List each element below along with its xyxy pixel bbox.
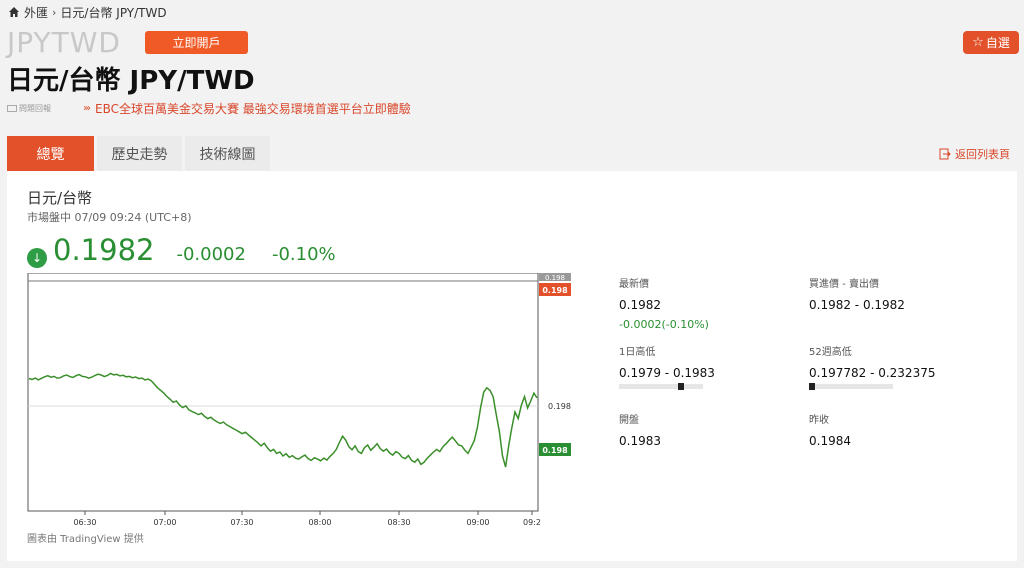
tab-overview[interactable]: 總覽 [7,136,94,171]
tab-history[interactable]: 歷史走勢 [97,136,182,171]
breadcrumb: 外匯 › 日元/台幣 JPY/TWD [8,4,167,20]
price-change-pct: -0.10% [271,244,336,265]
ad-link[interactable]: EBC全球百萬美金交易大賽 最強交易環境首選平台立即體驗 [95,100,411,117]
y-tick-label: 0.198 [548,402,571,411]
stat-day-label: 1日高低 [619,347,656,358]
day-range-marker [677,383,684,390]
stat-52w-range: 52週高低 0.197782 - 0.232375 [809,343,936,390]
market-status: 市場盤中 07/09 09:24 (UTC+8) [27,211,192,224]
stat-day-range: 1日高低 0.1979 - 0.1983 [619,343,715,390]
x-tick-label: 06:30 [73,518,96,527]
chart-credit: 圖表由 TradingView 提供 [27,534,144,545]
stat-bidask-label: 買進價 - 賣出價 [809,279,879,290]
stat-prev-value: 0.1984 [809,434,851,448]
back-to-list-label: 返回列表頁 [955,148,1010,161]
x-tick-label: 08:00 [308,518,331,527]
top-price-tag-label: 0.198 [545,274,565,282]
stat-open: 開盤 0.1983 [619,411,661,448]
pair-name: 日元/台幣 [27,189,93,207]
stat-prev-close: 昨收 0.1984 [809,411,851,448]
tab-bar: 總覽 歷史走勢 技術線圖 [7,136,270,171]
price-change: -0.0002 [176,244,246,265]
stat-open-value: 0.1983 [619,434,661,448]
stat-52w-label: 52週高低 [809,347,852,358]
stat-last-value: 0.1982 [619,298,661,312]
breadcrumb-root[interactable]: 外匯 [24,4,48,21]
symbol-code: JPYTWD [7,26,121,59]
stat-last-label: 最新價 [619,279,649,290]
stat-bidask: 買進價 - 賣出價 0.1982 - 0.1982 [809,275,905,312]
stat-prev-label: 昨收 [809,415,829,426]
overview-panel: 日元/台幣 市場盤中 07/09 09:24 (UTC+8) ↓ 0.1982 … [7,171,1017,561]
page-title: 日元/台幣 JPY/TWD [7,66,255,96]
chevron-right-icon: › [52,5,57,19]
x-tick-label: 07:00 [153,518,176,527]
price-row: ↓ 0.1982 -0.0002 -0.10% [27,233,336,268]
watchlist-button[interactable]: ☆ 自選 [963,31,1019,54]
price-tag-label: 0.198 [542,286,568,295]
last-price: 0.1982 [53,233,155,267]
open-account-button[interactable]: 立即開戶 [145,31,248,54]
x-tick-label: 09:00 [466,518,489,527]
day-range-bar [619,383,703,390]
tab-technical[interactable]: 技術線圖 [185,136,270,171]
stat-day-value: 0.1979 - 0.1983 [619,366,715,380]
x-tick-label: 08:30 [387,518,410,527]
ad-banner: 問題回報 ››› EBC全球百萬美金交易大賽 最強交易環境首選平台立即體驗 [7,100,411,117]
x-tick-label: 09:2 [523,518,541,527]
back-to-list-link[interactable]: 返回列表頁 [939,146,1010,162]
watchlist-label: 自選 [985,36,1010,50]
mail-icon [7,104,17,112]
triple-chevron-icon: ››› [83,102,91,114]
breadcrumb-current: 日元/台幣 JPY/TWD [60,5,167,20]
report-link[interactable]: 問題回報 [7,103,83,114]
arrow-down-icon: ↓ [27,248,47,268]
week52-range-bar [809,383,893,390]
price-tag-label: 0.198 [542,446,568,455]
week52-range-marker [809,383,815,390]
stat-bidask-value: 0.1982 - 0.1982 [809,298,905,312]
exit-icon [939,148,951,160]
stat-open-label: 開盤 [619,415,639,426]
x-tick-label: 07:30 [230,518,253,527]
report-label: 問題回報 [19,103,51,113]
stat-last-change: -0.0002(-0.10%) [619,318,709,331]
stat-last: 最新價 0.1982 -0.0002(-0.10%) [619,275,709,331]
stat-52w-value: 0.197782 - 0.232375 [809,366,936,380]
home-icon[interactable] [8,6,20,18]
star-icon: ☆ [972,35,984,50]
chart-frame [27,273,539,512]
price-chart[interactable]: 06:30 07:00 07:30 08:00 08:30 09:00 09:2 0.198 0… [27,273,582,529]
